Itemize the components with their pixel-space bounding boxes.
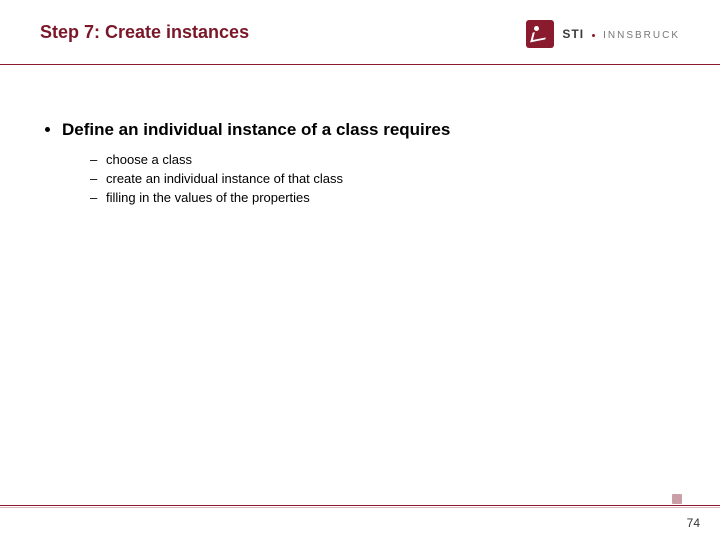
sub-bullet: create an individual instance of that cl… — [90, 171, 680, 186]
header: Step 7: Create instances STI INNSBRUCK — [40, 22, 680, 48]
footer-divider — [0, 505, 720, 506]
sub-bullet-text: create an individual instance of that cl… — [106, 171, 343, 186]
sti-logo-text: STI INNSBRUCK — [562, 27, 680, 41]
footer-divider-sub — [0, 507, 720, 508]
logo-dot-icon — [592, 34, 595, 37]
content-area: Define an individual instance of a class… — [40, 120, 680, 217]
sti-logo: STI INNSBRUCK — [526, 20, 680, 48]
sub-list: choose a class create an individual inst… — [62, 152, 680, 205]
sub-bullet-text: filling in the values of the properties — [106, 190, 310, 205]
footer-logo — [672, 494, 682, 504]
main-list: Define an individual instance of a class… — [40, 120, 680, 205]
sub-bullet-text: choose a class — [106, 152, 192, 167]
slide-title: Step 7: Create instances — [40, 22, 249, 44]
main-bullet: Define an individual instance of a class… — [62, 120, 680, 205]
page-number: 74 — [687, 516, 700, 530]
logo-primary: STI — [562, 27, 584, 41]
sti-logo-icon — [526, 20, 554, 48]
sub-bullet: filling in the values of the properties — [90, 190, 680, 205]
sub-bullet: choose a class — [90, 152, 680, 167]
main-bullet-text: Define an individual instance of a class… — [62, 120, 450, 139]
logo-secondary: INNSBRUCK — [603, 30, 680, 41]
slide: Step 7: Create instances STI INNSBRUCK D… — [0, 0, 720, 540]
footer-logo-icon — [672, 494, 682, 504]
header-divider — [0, 64, 720, 65]
